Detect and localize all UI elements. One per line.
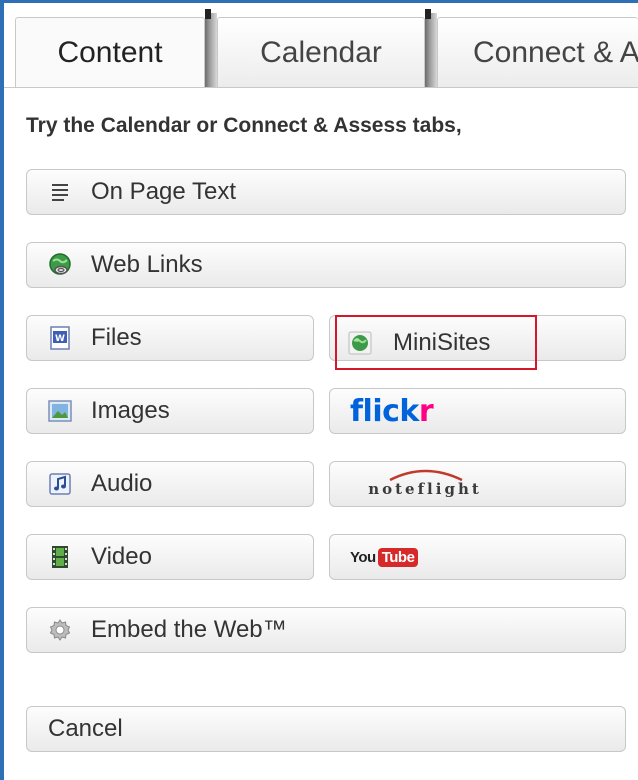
gear-icon bbox=[47, 617, 73, 643]
tab-separator bbox=[425, 9, 437, 87]
text-lines-icon bbox=[47, 179, 73, 205]
audio-label: Audio bbox=[91, 470, 153, 497]
tab-calendar-label: Calendar bbox=[260, 35, 382, 69]
on-page-text-button[interactable]: On Page Text bbox=[26, 169, 626, 215]
tab-calendar[interactable]: Calendar bbox=[217, 17, 425, 87]
flickr-logo-pink: r bbox=[418, 393, 434, 429]
tab-underline bbox=[4, 87, 638, 88]
files-button[interactable]: W Files bbox=[26, 315, 314, 361]
flickr-button[interactable]: flickr bbox=[329, 388, 626, 434]
youtube-logo-tube: Tube bbox=[377, 547, 419, 567]
minisites-highlight[interactable]: MiniSites bbox=[335, 315, 537, 370]
flickr-logo-blue: flick bbox=[350, 393, 419, 429]
instruction-text: Try the Calendar or Connect & Assess tab… bbox=[26, 114, 462, 137]
cancel-button[interactable]: Cancel bbox=[26, 706, 626, 752]
window-frame-left bbox=[0, 0, 4, 780]
word-document-icon: W bbox=[47, 325, 73, 351]
music-note-icon bbox=[47, 471, 73, 497]
video-label: Video bbox=[91, 543, 152, 570]
video-button[interactable]: Video bbox=[26, 534, 314, 580]
web-links-button[interactable]: Web Links bbox=[26, 242, 626, 288]
film-strip-icon bbox=[47, 544, 73, 570]
tab-separator bbox=[205, 9, 217, 87]
picture-icon bbox=[47, 398, 73, 424]
noteflight-logo: noteflight bbox=[350, 464, 500, 504]
tab-bar: Content Calendar Connect & Assess bbox=[4, 3, 638, 88]
images-button[interactable]: Images bbox=[26, 388, 314, 434]
tab-connect-assess-label: Connect & Assess bbox=[473, 35, 638, 69]
tab-connect-assess[interactable]: Connect & Assess bbox=[437, 17, 638, 87]
audio-button[interactable]: Audio bbox=[26, 461, 314, 507]
tab-content[interactable]: Content bbox=[15, 17, 205, 88]
on-page-text-label: On Page Text bbox=[91, 178, 236, 205]
youtube-button[interactable]: You Tube bbox=[329, 534, 626, 580]
images-label: Images bbox=[91, 397, 170, 424]
flickr-logo: flickr bbox=[350, 393, 434, 429]
tab-content-label: Content bbox=[57, 36, 163, 69]
embed-the-web-label: Embed the Web™ bbox=[91, 616, 287, 643]
minisites-label: MiniSites bbox=[393, 328, 491, 356]
noteflight-button[interactable]: noteflight bbox=[329, 461, 626, 507]
noteflight-logo-text: noteflight bbox=[368, 480, 482, 498]
cancel-label: Cancel bbox=[48, 715, 123, 742]
web-links-label: Web Links bbox=[91, 251, 203, 278]
svg-text:W: W bbox=[55, 334, 65, 344]
youtube-logo-you: You bbox=[350, 548, 376, 566]
globe-icon bbox=[347, 330, 373, 356]
globe-link-icon bbox=[47, 252, 73, 278]
youtube-logo: You Tube bbox=[350, 547, 419, 567]
files-label: Files bbox=[91, 324, 142, 351]
embed-the-web-button[interactable]: Embed the Web™ bbox=[26, 607, 626, 653]
